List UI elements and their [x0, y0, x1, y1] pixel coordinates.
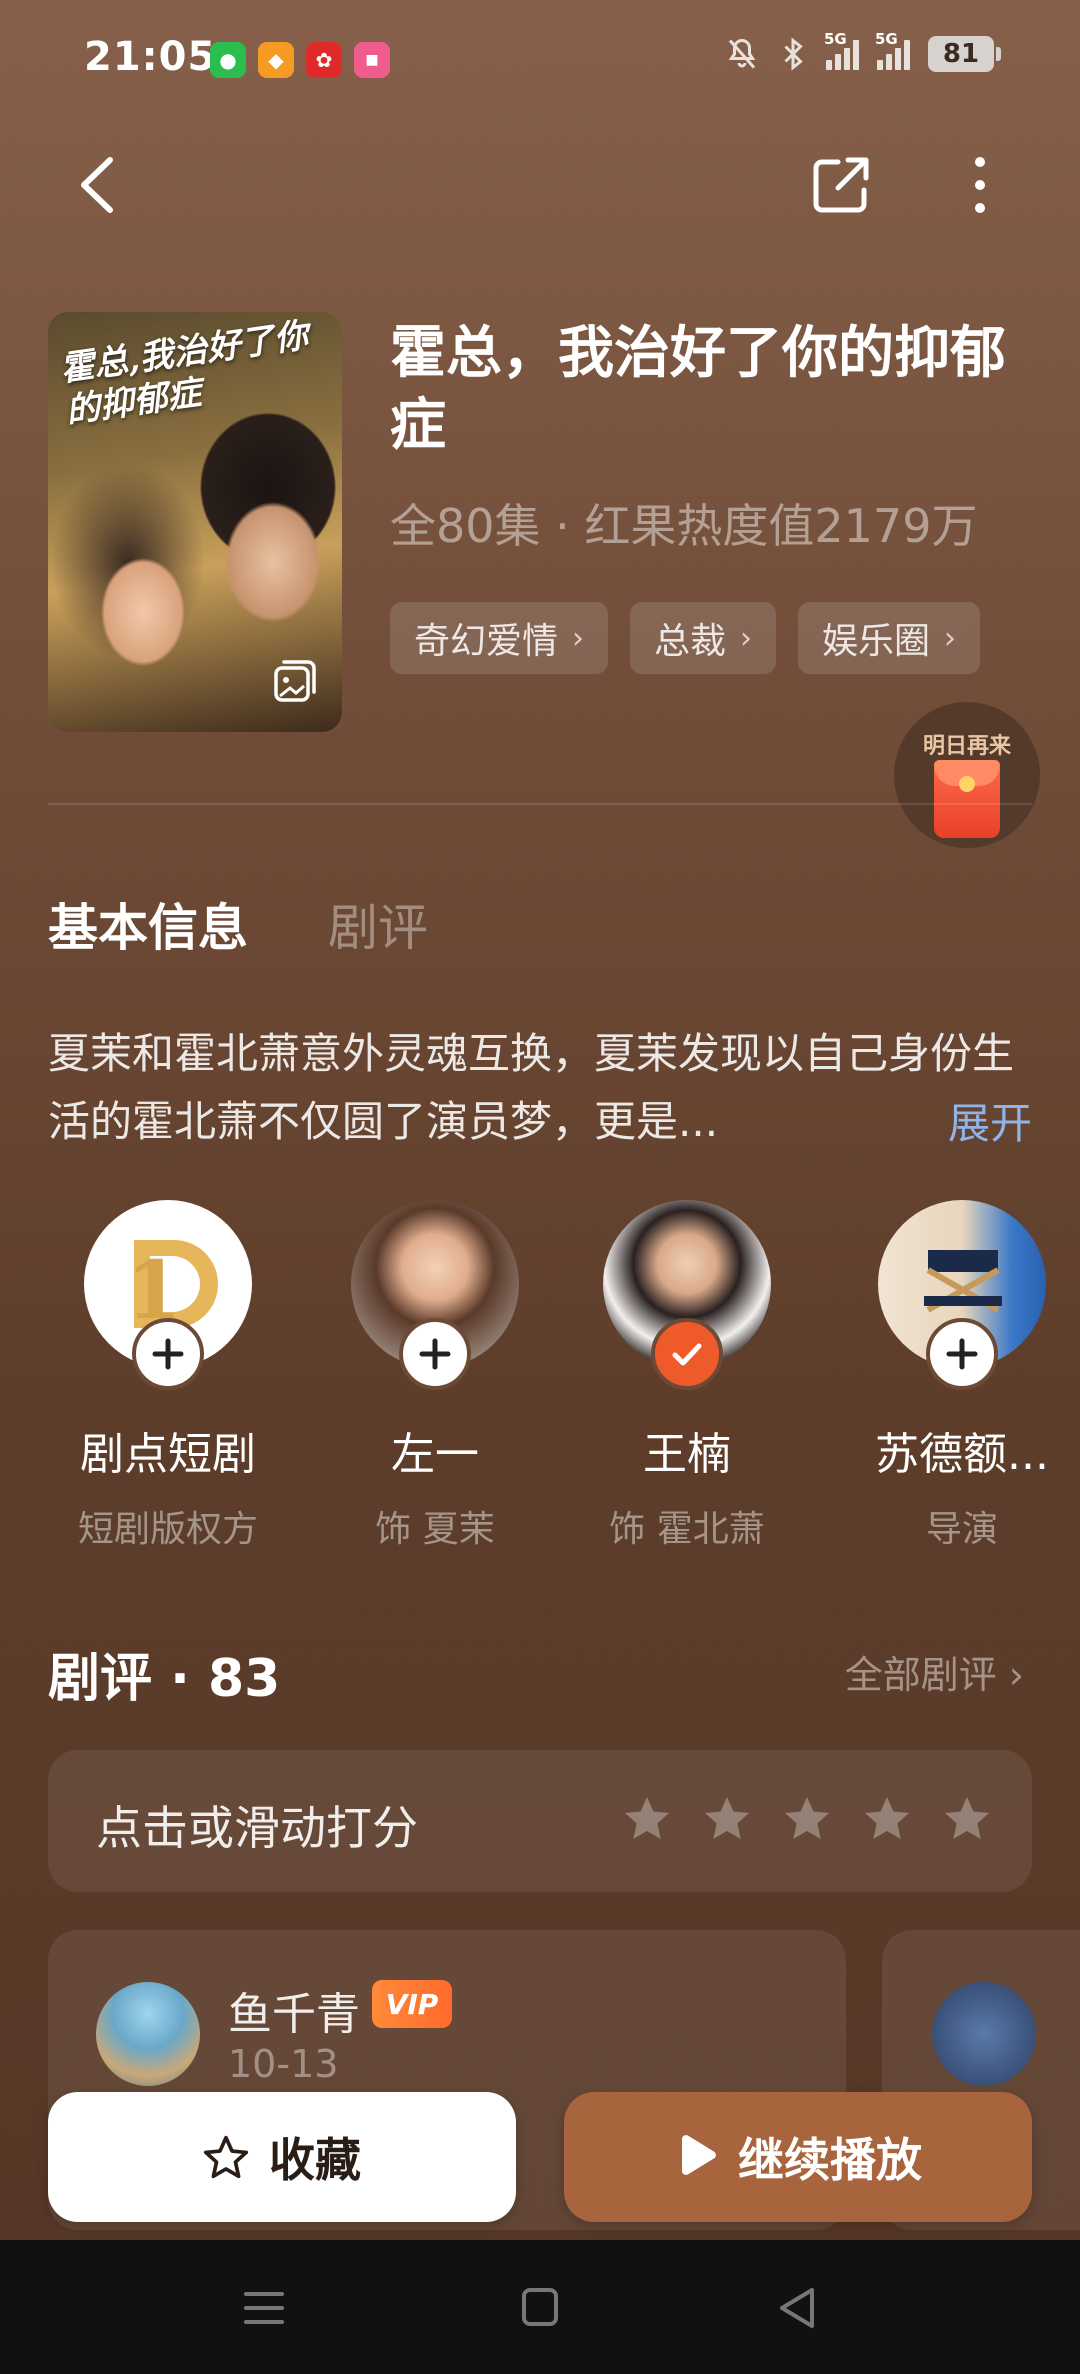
rating-label: 点击或滑动打分 — [96, 1801, 418, 1855]
cast-role: 饰 霍北萧 — [609, 1509, 765, 1550]
signal-2-icon: 5G — [875, 30, 910, 70]
divider — [48, 803, 1032, 805]
signal-1-icon: 5G — [824, 30, 859, 70]
back-triangle-icon[interactable] — [768, 2280, 828, 2336]
all-reviews-link[interactable]: 全部剧评 › — [845, 1644, 1024, 1699]
tag-chip[interactable]: 娱乐圈 › — [798, 602, 981, 674]
play-icon — [682, 2135, 716, 2175]
poster-title: 霍总,我治好了你的抑郁症 — [57, 315, 311, 432]
wechat-icon: ● — [210, 42, 246, 78]
cast-item[interactable]: 苏德额... 导演 — [852, 1200, 1072, 1552]
chevron-right-icon: › — [1008, 1653, 1024, 1697]
plus-icon — [152, 1338, 184, 1370]
followed-button[interactable] — [651, 1318, 723, 1390]
star-rating[interactable] — [622, 1794, 992, 1844]
mute-bell-icon — [728, 38, 756, 69]
chevron-right-icon: › — [944, 620, 957, 656]
bluetooth-icon — [784, 37, 803, 71]
synopsis-text: 夏茉和霍北萧意外灵魂互换，夏茉发现以自己身份生活的霍北萧不仅圆了演员梦，更是..… — [48, 1029, 1015, 1146]
reviews-heading: 剧评 · 83 — [48, 1649, 281, 1709]
reviewer-name: 鱼千青 — [228, 1989, 360, 2040]
follow-button[interactable] — [132, 1318, 204, 1390]
more-vertical-icon — [975, 157, 985, 213]
cast-item[interactable]: 王楠 饰 霍北萧 — [577, 1200, 797, 1552]
gift-icon: ✿ — [306, 42, 342, 78]
plus-icon — [946, 1338, 978, 1370]
show-meta: 全80集 · 红果热度值2179万 — [390, 499, 978, 553]
cast-name: 左一 — [391, 1429, 479, 1480]
chevron-right-icon: › — [740, 620, 753, 656]
menu-icon[interactable] — [234, 2280, 294, 2336]
review-date: 10-13 — [228, 2042, 339, 2086]
check-icon — [672, 1343, 702, 1366]
cast-role: 饰 夏茉 — [375, 1509, 495, 1550]
status-indicators: 5G 5G 81 — [724, 30, 1001, 72]
shop-icon: ■ — [354, 42, 390, 78]
share-button[interactable] — [808, 152, 874, 218]
cast-role: 导演 — [925, 1509, 998, 1550]
star-icon[interactable] — [862, 1794, 912, 1844]
reward-label: 明日再来 — [922, 734, 1011, 759]
red-envelope-icon — [934, 760, 1000, 838]
follow-button[interactable] — [926, 1318, 998, 1390]
star-icon[interactable] — [702, 1794, 752, 1844]
tag-chip[interactable]: 总裁 › — [630, 602, 777, 674]
cast-name: 王楠 — [643, 1429, 731, 1480]
plus-icon — [419, 1338, 451, 1370]
show-title: 霍总，我治好了你的抑郁症 — [390, 321, 1006, 458]
gallery-icon[interactable] — [270, 656, 320, 706]
star-icon[interactable] — [622, 1794, 672, 1844]
star-outline-icon — [203, 2135, 249, 2179]
favorite-button[interactable]: 收藏 — [48, 2092, 516, 2222]
tool-icon: ◆ — [258, 42, 294, 78]
tab-review[interactable]: 剧评 — [328, 888, 428, 960]
cast-name: 苏德额... — [875, 1429, 1049, 1480]
tag-list: 奇幻爱情 › 总裁 › 娱乐圈 › — [390, 602, 981, 674]
vip-badge: VIP — [372, 1980, 452, 2028]
status-bar: 21:05 ● ◆ ✿ ■ 5G 5G 81 — [0, 0, 1080, 120]
cast-name: 剧点短剧 — [80, 1429, 256, 1480]
tag-chip[interactable]: 奇幻爱情 › — [390, 602, 609, 674]
rating-box[interactable]: 点击或滑动打分 — [48, 1750, 1032, 1892]
cast-role: 短剧版权方 — [77, 1509, 258, 1550]
share-icon — [813, 157, 869, 213]
tab-basic-info[interactable]: 基本信息 — [48, 888, 248, 960]
home-icon[interactable] — [510, 2280, 570, 2336]
system-nav-bar — [0, 2240, 1080, 2374]
avatar — [932, 1982, 1036, 2086]
continue-play-button[interactable]: 继续播放 — [564, 2092, 1032, 2222]
cast-item[interactable]: 1 剧点短剧 短剧版权方 — [58, 1200, 278, 1552]
chevron-left-icon — [81, 157, 113, 213]
back-button[interactable] — [70, 150, 130, 220]
status-time: 21:05 — [84, 34, 217, 80]
battery-indicator: 81 — [928, 36, 1001, 72]
more-button[interactable] — [958, 150, 1002, 220]
expand-link[interactable]: 展开 — [948, 1090, 1032, 1151]
star-icon[interactable] — [782, 1794, 832, 1844]
daily-reward-button[interactable]: 明日再来 — [894, 702, 1040, 848]
chevron-right-icon: › — [572, 620, 585, 656]
show-poster[interactable]: 霍总,我治好了你的抑郁症 — [48, 312, 342, 732]
star-icon[interactable] — [942, 1794, 992, 1844]
follow-button[interactable] — [399, 1318, 471, 1390]
cast-item[interactable]: 左一 饰 夏茉 — [325, 1200, 545, 1552]
avatar — [96, 1982, 200, 2086]
